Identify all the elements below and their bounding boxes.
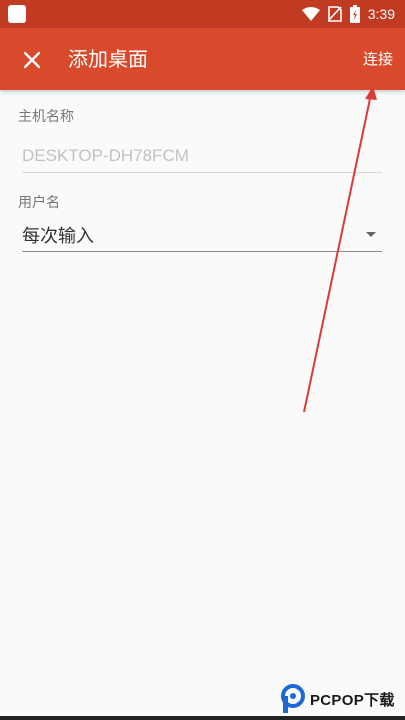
app-icon	[8, 5, 26, 23]
status-bar: 3:39	[0, 0, 405, 28]
battery-charging-icon	[349, 5, 360, 23]
connect-button[interactable]: 连接	[363, 28, 393, 90]
host-input[interactable]	[22, 140, 382, 173]
app-bar: 添加桌面 连接	[0, 28, 405, 90]
pcpop-logo-icon	[281, 684, 305, 713]
watermark: PCPOP下载	[280, 682, 395, 716]
no-sim-icon	[327, 6, 342, 22]
user-dropdown-value: 每次输入	[22, 226, 94, 247]
status-time: 3:39	[367, 6, 395, 22]
bottom-divider	[0, 716, 405, 720]
host-label: 主机名称	[18, 109, 74, 125]
close-button[interactable]	[12, 40, 52, 80]
close-icon	[23, 51, 41, 69]
user-dropdown[interactable]: 每次输入	[22, 220, 382, 252]
page-title: 添加桌面	[68, 47, 148, 71]
status-icons: 3:39	[301, 0, 395, 28]
wifi-icon	[301, 7, 320, 21]
dropdown-caret-icon	[366, 232, 376, 237]
user-label: 用户名	[18, 195, 60, 211]
watermark-text: PCPOP下载	[310, 691, 395, 709]
